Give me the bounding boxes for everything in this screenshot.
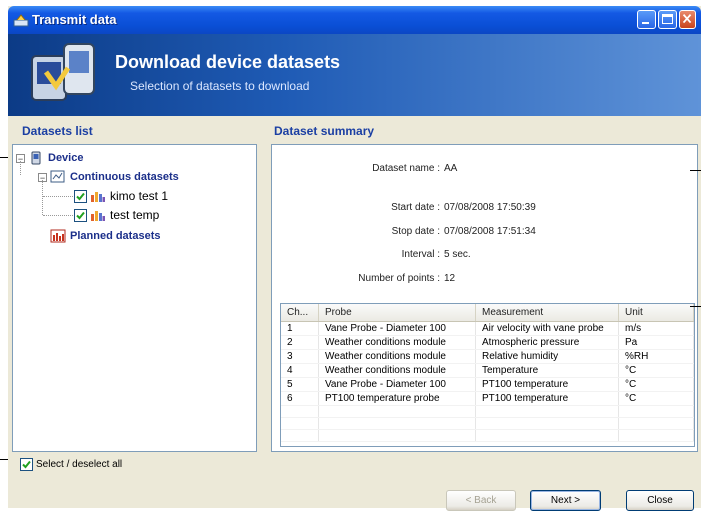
cell-channel: 2 (281, 335, 319, 350)
table-row[interactable]: 2 Weather conditions module Atmospheric … (281, 335, 694, 350)
tree-item-kimo-test-1[interactable]: kimo test 1 (74, 188, 168, 204)
device-icon (31, 151, 41, 165)
cell-measurement: Temperature (475, 363, 619, 378)
empty-table-row (281, 417, 694, 430)
transmit-icon (13, 14, 29, 27)
chart-icon (50, 170, 65, 183)
table-row[interactable]: 3 Weather conditions module Relative hum… (281, 349, 694, 364)
tree-line (20, 161, 22, 175)
column-header-probe[interactable]: Probe (318, 304, 476, 322)
cell-measurement: Relative humidity (475, 349, 619, 364)
table-row[interactable]: 1 Vane Probe - Diameter 100 Air velocity… (281, 321, 694, 336)
cell-probe: Weather conditions module (318, 349, 476, 364)
interval-label: Interval : (401, 249, 440, 260)
cell-channel: 5 (281, 377, 319, 392)
number-of-points-value: 12 (444, 273, 456, 284)
cell-measurement: PT100 temperature (475, 377, 619, 392)
dataset-summary-label: Dataset summary (274, 124, 375, 138)
start-date-label: Start date : (391, 202, 440, 213)
close-window-button[interactable] (679, 10, 696, 29)
select-all-control[interactable]: Select / deselect all (20, 458, 122, 471)
dataset-name-label: Dataset name : (372, 163, 440, 174)
item-checkbox[interactable] (74, 208, 87, 222)
tree-label-test-temp: test temp (110, 208, 160, 222)
dataset-icon (91, 211, 105, 221)
column-header-measurement[interactable]: Measurement (475, 304, 619, 322)
tree-label-planned: Planned datasets (70, 230, 161, 242)
callout-arrow-table (690, 306, 701, 307)
tree-line (43, 196, 73, 198)
tree-label-device: Device (48, 152, 84, 164)
cell-unit: Pa (618, 335, 694, 350)
empty-table-row (281, 405, 694, 418)
cell-unit: %RH (618, 349, 694, 364)
column-header-unit[interactable]: Unit (618, 304, 694, 322)
datasets-tree[interactable]: − Device − Continuous datasets kimo test… (12, 144, 257, 452)
stop-date-label: Stop date : (391, 226, 440, 237)
cell-channel: 6 (281, 391, 319, 406)
cell-channel: 3 (281, 349, 319, 364)
cell-probe: Weather conditions module (318, 363, 476, 378)
window-title: Transmit data (32, 12, 117, 27)
cell-measurement: Atmospheric pressure (475, 335, 619, 350)
title-bar: Transmit data (8, 6, 701, 34)
maximize-button[interactable] (658, 10, 677, 29)
start-date-value: 07/08/2008 17:50:39 (444, 202, 536, 213)
planned-chart-icon (50, 229, 66, 243)
device-download-icon (31, 43, 95, 101)
dataset-icon (91, 192, 105, 202)
cell-channel: 4 (281, 363, 319, 378)
tree-label-kimo-test-1: kimo test 1 (110, 189, 169, 203)
checkmark-icon (76, 211, 85, 219)
cell-probe: PT100 temperature probe (318, 391, 476, 406)
cell-unit: °C (618, 363, 694, 378)
select-all-label: Select / deselect all (36, 459, 123, 470)
number-of-points-label: Number of points : (358, 273, 440, 284)
dataset-name-value: AA (444, 163, 458, 174)
cell-unit: m/s (618, 321, 694, 336)
cell-measurement: PT100 temperature (475, 391, 619, 406)
empty-table-row (281, 429, 694, 442)
interval-value: 5 sec. (444, 249, 471, 260)
banner-subtitle: Selection of datasets to download (130, 79, 310, 93)
cell-unit: °C (618, 377, 694, 392)
banner-title: Download device datasets (115, 52, 341, 72)
cell-probe: Vane Probe - Diameter 100 (318, 321, 476, 336)
cell-probe: Vane Probe - Diameter 100 (318, 377, 476, 392)
cell-channel: 1 (281, 321, 319, 336)
table-row[interactable]: 4 Weather conditions module Temperature … (281, 363, 694, 378)
close-icon (682, 14, 692, 24)
table-row[interactable]: 5 Vane Probe - Diameter 100 PT100 temper… (281, 377, 694, 392)
table-header-row: Ch... Probe Measurement Unit (281, 304, 694, 322)
checkmark-icon (22, 460, 31, 469)
datasets-list-label: Datasets list (22, 124, 93, 138)
item-checkbox[interactable] (74, 189, 87, 203)
tree-item-test-temp[interactable]: test temp (74, 207, 159, 223)
tree-node-device[interactable]: − Device (16, 150, 83, 166)
minimize-button[interactable] (637, 10, 656, 29)
cell-probe: Weather conditions module (318, 335, 476, 350)
cell-measurement: Air velocity with vane probe (475, 321, 619, 336)
table-row[interactable]: 6 PT100 temperature probe PT100 temperat… (281, 391, 694, 406)
tree-line (43, 215, 73, 217)
checkmark-icon (76, 192, 85, 200)
transmit-data-window: Transmit data Download device datasets S… (8, 6, 701, 511)
column-header-channel[interactable]: Ch... (281, 304, 319, 322)
select-all-checkbox[interactable] (20, 458, 33, 471)
channels-table[interactable]: Ch... Probe Measurement Unit 1 Vane Prob… (280, 303, 695, 447)
header-banner: Download device datasets Selection of da… (8, 34, 701, 116)
stop-date-value: 07/08/2008 17:51:34 (444, 226, 536, 237)
tree-node-continuous[interactable]: − Continuous datasets (38, 169, 179, 185)
tree-node-planned[interactable]: Planned datasets (50, 228, 160, 244)
dataset-summary-panel: Dataset name : AA Start date : 07/08/200… (271, 144, 698, 452)
callout-arrow-summary (690, 170, 701, 171)
cell-unit: °C (618, 391, 694, 406)
tree-label-continuous: Continuous datasets (70, 171, 179, 183)
